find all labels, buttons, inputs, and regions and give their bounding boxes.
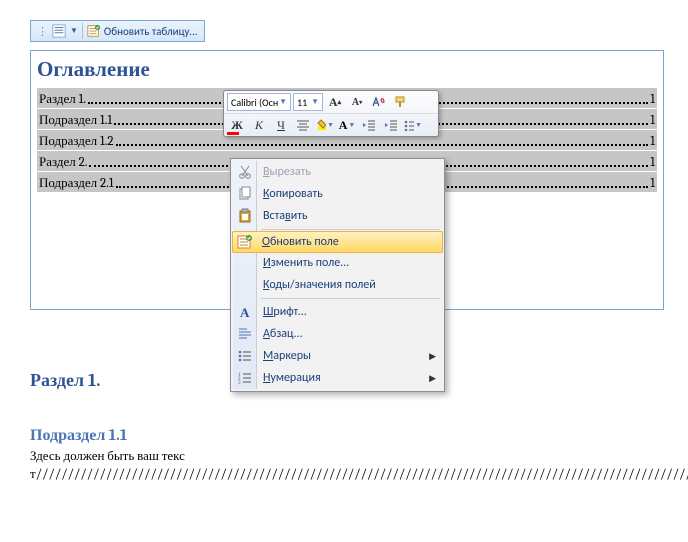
bullets-button[interactable]: ▼ <box>403 116 423 134</box>
menu-separator <box>261 229 440 230</box>
menu-item-label: Маркеры <box>263 349 311 363</box>
body-heading-2: Подраздел 1.1 <box>30 426 127 445</box>
toc-page: 1 <box>650 155 655 170</box>
menu-item-label: Шрифт... <box>263 305 307 319</box>
menu-item-label: Коды/значения полей <box>263 278 376 292</box>
separator <box>82 23 83 39</box>
update-table-label[interactable]: Обновить таблицу... <box>104 25 198 38</box>
copy-icon <box>237 186 253 202</box>
toc-page: 1 <box>650 176 655 191</box>
toc-leader <box>116 144 649 146</box>
toc-label: Раздел 2. <box>39 154 87 170</box>
menu-item-label: Копировать <box>263 187 323 201</box>
menu-item-вставить[interactable]: Вставить <box>233 205 442 227</box>
toc-dropdown[interactable]: ▼ <box>70 26 78 36</box>
update-table-icon[interactable] <box>87 24 101 38</box>
body-text: Здесь должен быть ваш текст/////////////… <box>30 448 664 483</box>
menu-item-label: Вырезать <box>263 165 311 179</box>
mini-toolbar: Calibri (Осн▼ 11▼ A▴ A▾ Ж К Ч ▼ A▼ <box>223 90 439 137</box>
highlight-button[interactable]: ▼ <box>315 116 335 134</box>
update-icon <box>237 234 253 250</box>
toc-page: 1 <box>650 134 655 149</box>
submenu-arrow-icon: ▶ <box>429 373 436 384</box>
font-icon: A <box>237 304 253 320</box>
grip-dots: ⋮ <box>37 25 49 38</box>
menu-item-абзац-[interactable]: Абзац... <box>233 323 442 345</box>
italic-button[interactable]: К <box>249 116 269 134</box>
menu-item-нумерация[interactable]: 123 Нумерация ▶ <box>233 367 442 389</box>
menu-item-label: Обновить поле <box>262 235 339 249</box>
cut-icon <box>237 164 253 180</box>
menu-item-маркеры[interactable]: Маркеры ▶ <box>233 345 442 367</box>
menu-item-копировать[interactable]: Копировать <box>233 183 442 205</box>
menu-item-шрифт-[interactable]: A Шрифт... <box>233 301 442 323</box>
svg-text:A: A <box>240 305 250 320</box>
font-color-button[interactable]: A▼ <box>337 116 357 134</box>
toc-label: Раздел 1. <box>39 91 86 107</box>
numbering-icon: 123 <box>237 370 253 386</box>
submenu-arrow-icon: ▶ <box>429 351 436 362</box>
change-case-button[interactable] <box>369 93 389 111</box>
menu-item-label: Нумерация <box>263 371 321 385</box>
font-size-combo[interactable]: 11▼ <box>293 93 323 111</box>
toc-controls-tab[interactable]: ⋮ ▼ Обновить таблицу... <box>30 20 205 42</box>
format-painter-button[interactable] <box>391 93 411 111</box>
menu-item-label: Изменить поле... <box>263 256 349 270</box>
toc-icon[interactable] <box>52 24 66 38</box>
shrink-font-button[interactable]: A▾ <box>347 93 367 111</box>
menu-item-коды-значения-полей[interactable]: Коды/значения полей <box>233 274 442 296</box>
svg-text:3: 3 <box>238 380 241 386</box>
toc-heading: Оглавление <box>37 57 657 82</box>
menu-item-label: Абзац... <box>263 327 303 341</box>
menu-item-вырезать: Вырезать <box>233 161 442 183</box>
increase-indent-button[interactable] <box>381 116 401 134</box>
toc-page: 1 <box>650 92 655 107</box>
font-name-combo[interactable]: Calibri (Осн▼ <box>227 93 291 111</box>
underline-button[interactable]: Ч <box>271 116 291 134</box>
toc-label: Подраздел 1.1 <box>39 112 112 128</box>
menu-item-label: Вставить <box>263 209 308 223</box>
toc-label: Подраздел 2.1 <box>39 175 114 191</box>
menu-item-изменить-поле-[interactable]: Изменить поле... <box>233 252 442 274</box>
menu-item-обновить-поле[interactable]: Обновить поле <box>232 231 443 253</box>
toc-label: Подраздел 1.2 <box>39 133 114 149</box>
paste-icon <box>237 208 253 224</box>
context-menu: Вырезать Копировать Вставить Обновить поле И… <box>230 158 445 392</box>
grow-font-button[interactable]: A▴ <box>325 93 345 111</box>
menu-separator <box>261 298 440 299</box>
paragraph-icon <box>237 326 253 342</box>
toc-page: 1 <box>650 113 655 128</box>
bullets-icon <box>237 348 253 364</box>
align-center-button[interactable] <box>293 116 313 134</box>
decrease-indent-button[interactable] <box>359 116 379 134</box>
body-heading-1: Раздел 1. <box>30 370 100 391</box>
